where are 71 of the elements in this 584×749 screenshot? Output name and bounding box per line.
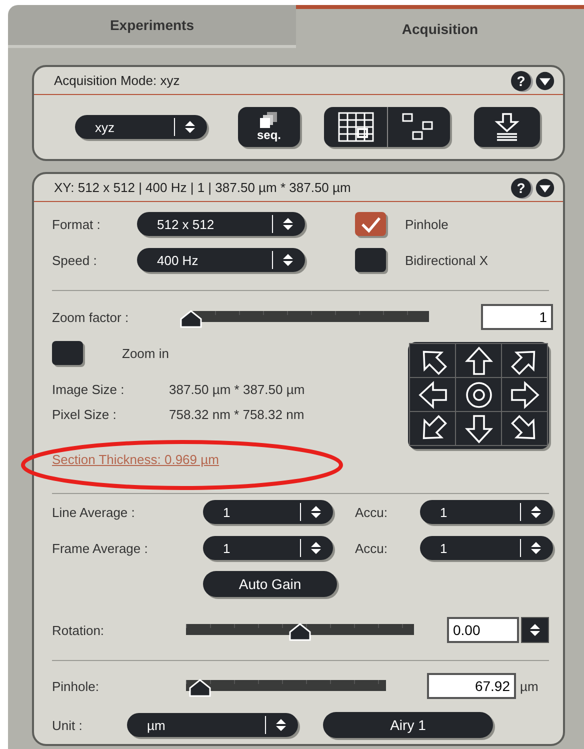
dropdown[interactable]: 1 (420, 536, 553, 560)
pan-button[interactable] (456, 378, 501, 411)
info-label: Pixel Size : (52, 407, 118, 422)
pan-button[interactable] (456, 344, 501, 377)
dropdown[interactable]: 1 (203, 500, 333, 524)
grid-icon (338, 112, 374, 142)
up-down-arrows-icon (309, 541, 323, 555)
up-down-arrows-icon (309, 505, 323, 519)
checkbox-label: Pinhole (405, 216, 448, 232)
dropdown[interactable]: 1 (420, 500, 553, 524)
input-field[interactable]: 0.00 (447, 617, 519, 643)
info-value: 387.50 µm * 387.50 µm (169, 382, 305, 397)
field-label: Format : (52, 216, 102, 232)
field-label: Accu: (355, 540, 389, 556)
checkbox-label: Bidirectional X (405, 252, 488, 268)
field-label: Frame Average : (52, 540, 149, 556)
download-icon (494, 113, 520, 141)
field-label: Accu: (355, 504, 389, 520)
up-down-arrows-icon (281, 253, 295, 267)
input-field[interactable]: 67.92 (427, 673, 516, 699)
slider-thumb[interactable] (189, 679, 211, 697)
collapse-icon[interactable] (535, 178, 555, 198)
field-label: Speed : (52, 252, 98, 268)
up-down-arrows-icon (183, 120, 197, 134)
pan-button[interactable] (456, 412, 501, 445)
up-down-arrows-icon (281, 217, 295, 231)
dropdown[interactable]: 400 Hz (137, 248, 305, 272)
field-label: Line Average : (52, 504, 136, 520)
airy-button[interactable]: Airy 1 (323, 712, 493, 738)
slider-thumb[interactable] (180, 310, 202, 328)
dropdown[interactable]: µm (127, 713, 298, 737)
download-button[interactable] (474, 107, 540, 147)
panel-title: Acquisition Mode: xyz (54, 73, 181, 88)
field-label: Unit : (52, 718, 84, 732)
up-down-arrows-icon (274, 718, 288, 732)
checkbox[interactable] (355, 248, 386, 272)
dropdown[interactable]: 512 x 512 (137, 212, 305, 236)
pan-button[interactable] (410, 344, 455, 377)
tab[interactable]: Acquisition (296, 5, 584, 48)
arrow-icon (464, 346, 494, 376)
arrow-icon (464, 414, 494, 444)
panel-title: XY: 512 x 512 | 400 Hz | 1 | 387.50 µm * 387.50 µm (54, 180, 352, 195)
up-down-arrows-icon (529, 541, 543, 555)
dropdown[interactable]: 1 (203, 536, 333, 560)
tab[interactable]: Experiments (8, 5, 296, 48)
field-label: Zoom factor : (52, 310, 130, 324)
slider-thumb[interactable] (289, 623, 311, 641)
stacked-squares-icon (259, 112, 279, 128)
auto-gain-button[interactable]: Auto Gain (203, 571, 337, 597)
target-icon (464, 380, 494, 410)
checkbox-label: Zoom in (122, 346, 169, 360)
up-down-arrows-icon (529, 505, 543, 519)
help-button[interactable]: ? (511, 178, 531, 198)
checkbox[interactable] (355, 212, 386, 236)
checkmark-icon (360, 216, 382, 232)
stepper[interactable] (521, 617, 549, 643)
dropdown[interactable]: xyz (75, 115, 207, 139)
sequence-button[interactable]: seq. (238, 107, 300, 147)
help-button[interactable]: ? (511, 70, 531, 90)
checkbox[interactable] (52, 341, 83, 365)
field-label: Rotation: (52, 622, 106, 638)
unit-label: µm (520, 678, 538, 694)
input-field[interactable]: 1 (481, 304, 553, 330)
pan-button[interactable] (502, 344, 547, 377)
pan-button[interactable] (502, 412, 547, 445)
info-label: Image Size : (52, 382, 126, 397)
up-down-arrows-icon (528, 623, 542, 637)
field-label: Pinhole: (52, 678, 100, 694)
collapse-icon[interactable] (535, 70, 555, 90)
pan-button[interactable] (410, 412, 455, 445)
info-value: 758.32 nm * 758.32 nm (169, 407, 304, 422)
